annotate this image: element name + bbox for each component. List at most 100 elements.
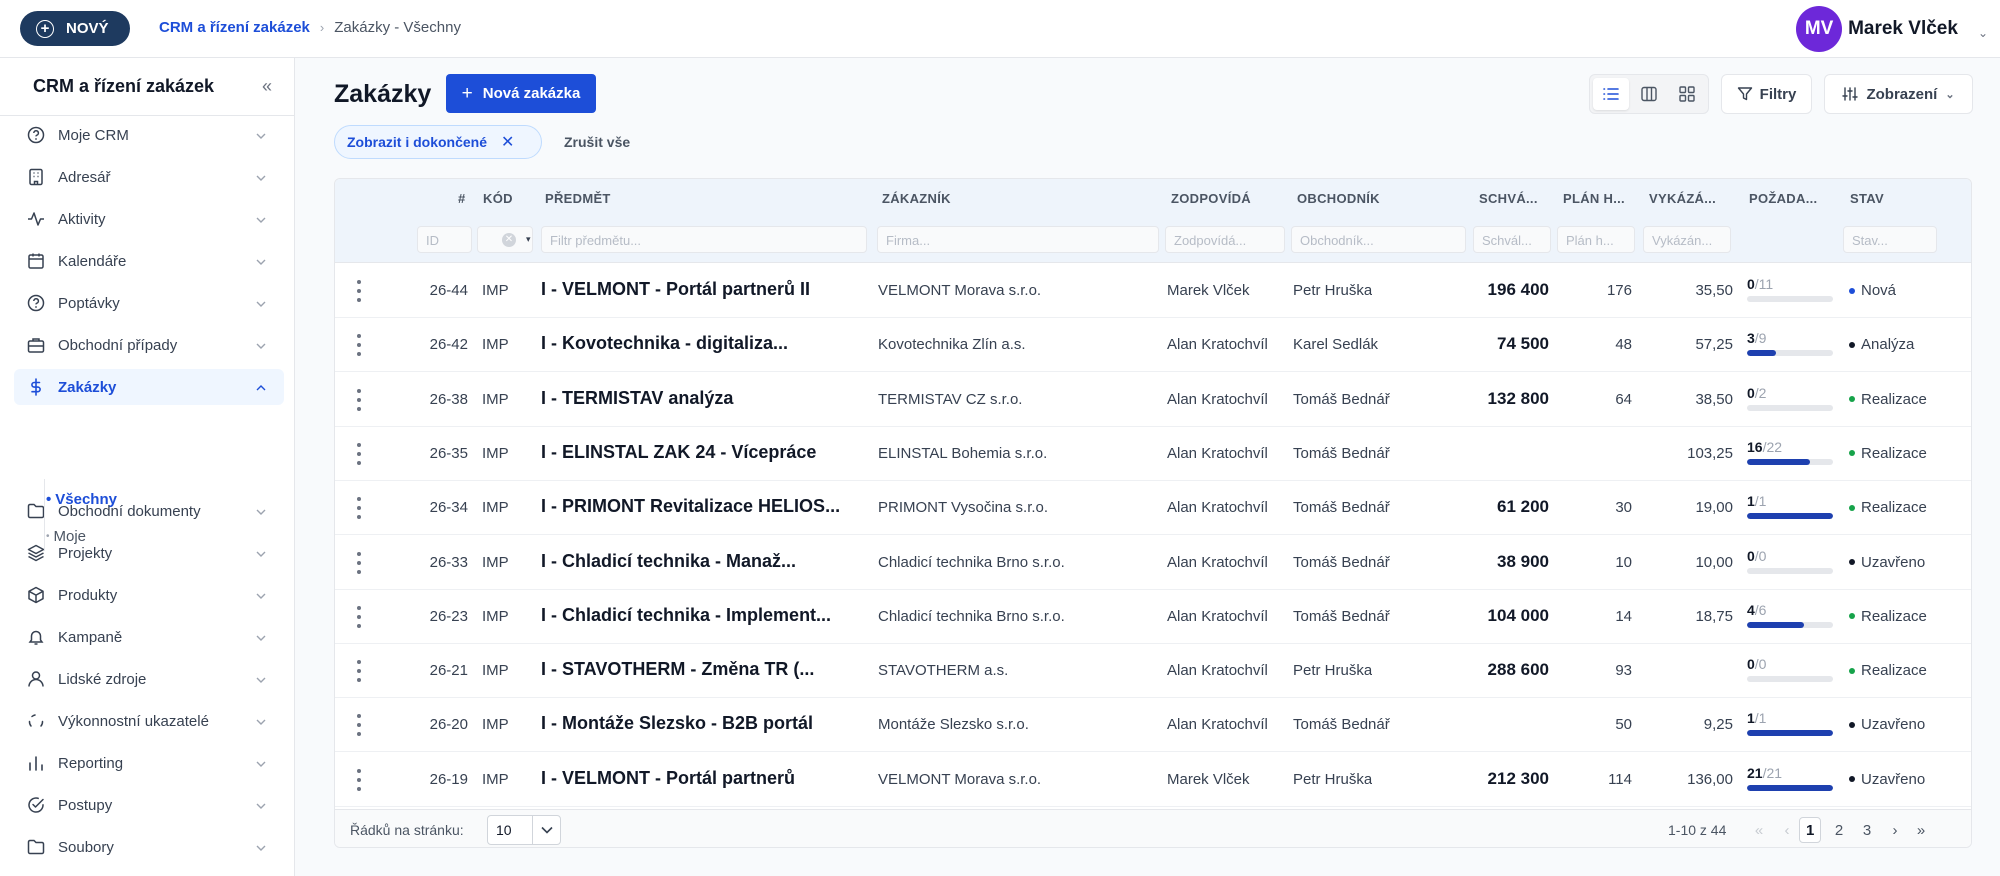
chevron-down-icon[interactable] bbox=[256, 842, 266, 852]
chevron-down-icon[interactable] bbox=[256, 506, 266, 516]
responsible-filter-input[interactable]: Zodpovídá... bbox=[1165, 226, 1285, 253]
page-1-button[interactable]: 1 bbox=[1799, 817, 1822, 843]
header-reported[interactable]: VYKÁZÁ... bbox=[1649, 191, 1716, 206]
chevron-down-icon[interactable] bbox=[256, 130, 266, 140]
user-menu[interactable]: MV Marek Vlček ⌄ bbox=[1796, 6, 1988, 52]
cell-subject[interactable]: I - VELMONT - Portál partnerů bbox=[541, 768, 871, 789]
more-vertical-icon[interactable] bbox=[357, 605, 361, 628]
last-page-icon[interactable]: » bbox=[1910, 817, 1932, 843]
chevron-down-icon[interactable]: ⌄ bbox=[1978, 26, 1988, 40]
add-order-button[interactable]: + Nová zakázka bbox=[446, 74, 596, 113]
chevron-down-icon[interactable] bbox=[256, 758, 266, 768]
more-vertical-icon[interactable] bbox=[357, 497, 361, 520]
header-requests[interactable]: POŽADA... bbox=[1749, 191, 1817, 206]
chevron-down-icon[interactable] bbox=[256, 548, 266, 558]
subject-filter-input[interactable]: Filtr předmětu... bbox=[541, 226, 867, 253]
id-filter-input[interactable]: ID bbox=[417, 226, 472, 253]
list-view-icon[interactable] bbox=[1593, 78, 1629, 110]
cell-subject[interactable]: I - STAVOTHERM - Změna TR (... bbox=[541, 659, 871, 680]
more-vertical-icon[interactable] bbox=[357, 768, 361, 791]
chevron-down-icon[interactable] bbox=[256, 716, 266, 726]
code-filter[interactable]: ✕ ▾ bbox=[477, 226, 533, 253]
cell-subject[interactable]: I - ELINSTAL ZAK 24 - Vícepráce bbox=[541, 442, 871, 463]
table-row[interactable]: 26-35 IMP I - ELINSTAL ZAK 24 - Vícepráce E… bbox=[335, 427, 1971, 481]
status-filter-input[interactable]: Stav... bbox=[1843, 226, 1937, 253]
more-vertical-icon[interactable] bbox=[357, 660, 361, 683]
approved-filter-input[interactable]: Schvál... bbox=[1473, 226, 1551, 253]
breadcrumb-crm[interactable]: CRM a řízení zakázek bbox=[159, 19, 310, 36]
header-code[interactable]: KÓD bbox=[483, 191, 513, 206]
cell-subject[interactable]: I - VELMONT - Portál partnerů II bbox=[541, 279, 871, 300]
chevron-up-icon[interactable] bbox=[256, 382, 266, 392]
sidebar-item-10[interactable]: Kampaně bbox=[14, 619, 284, 655]
chevron-down-icon[interactable] bbox=[256, 800, 266, 810]
table-row[interactable]: 26-20 IMP I - Montáže Slezsko - B2B portál… bbox=[335, 698, 1971, 753]
table-row[interactable]: 26-34 IMP I - PRIMONT Revitalizace HELIOS.… bbox=[335, 481, 1971, 536]
more-vertical-icon[interactable] bbox=[357, 442, 361, 465]
new-button[interactable]: + NOVÝ bbox=[20, 11, 130, 46]
clear-all-button[interactable]: Zrušit vše bbox=[564, 134, 630, 150]
header-status[interactable]: STAV bbox=[1850, 191, 1884, 206]
table-row[interactable]: 26-19 IMP I - VELMONT - Portál partnerů VEL… bbox=[335, 753, 1971, 807]
cell-subject[interactable]: I - TERMISTAV analýza bbox=[541, 388, 871, 409]
sidebar-item-5[interactable]: Obchodní případy bbox=[14, 327, 284, 363]
columns-view-icon[interactable] bbox=[1631, 78, 1667, 110]
user-name[interactable]: Marek Vlček bbox=[1848, 18, 1958, 40]
table-row[interactable]: 26-38 IMP I - TERMISTAV analýza TERMISTAV C… bbox=[335, 373, 1971, 427]
chevron-down-icon[interactable] bbox=[256, 172, 266, 182]
collapse-sidebar-icon[interactable]: « bbox=[262, 76, 272, 97]
planned-filter-input[interactable]: Plán h... bbox=[1557, 226, 1635, 253]
table-row[interactable]: 26-33 IMP I - Chladicí technika - Manaž...… bbox=[335, 536, 1971, 590]
header-planned[interactable]: PLÁN H... bbox=[1563, 191, 1625, 206]
close-icon[interactable]: ✕ bbox=[501, 132, 514, 152]
more-vertical-icon[interactable] bbox=[357, 388, 361, 411]
display-button[interactable]: Zobrazení ⌄ bbox=[1824, 74, 1973, 114]
sidebar-subitem-moje[interactable]: • Moje bbox=[46, 528, 86, 545]
more-vertical-icon[interactable] bbox=[357, 334, 361, 357]
page-2-button[interactable]: 2 bbox=[1828, 817, 1850, 843]
sidebar-subitem-vsechny[interactable]: • Všechny bbox=[46, 491, 117, 508]
sidebar-item-4[interactable]: Poptávky bbox=[14, 285, 284, 321]
sidebar-item-1[interactable]: Adresář bbox=[14, 159, 284, 195]
sidebar-item-15[interactable]: Soubory bbox=[14, 829, 284, 865]
chevron-down-icon[interactable] bbox=[256, 674, 266, 684]
cell-subject[interactable]: I - Chladicí technika - Manaž... bbox=[541, 551, 871, 572]
filter-chip[interactable]: Zobrazit i dokončené ✕ bbox=[334, 125, 542, 159]
grid-view-icon[interactable] bbox=[1669, 78, 1705, 110]
salesperson-filter-input[interactable]: Obchodník... bbox=[1291, 226, 1466, 253]
sidebar-item-13[interactable]: Reporting bbox=[14, 745, 284, 781]
sidebar-item-2[interactable]: Aktivity bbox=[14, 201, 284, 237]
sidebar-item-9[interactable]: Produkty bbox=[14, 577, 284, 613]
chevron-down-icon[interactable] bbox=[532, 816, 560, 844]
table-row[interactable]: 26-44 IMP I - VELMONT - Portál partnerů II… bbox=[335, 264, 1971, 318]
table-row[interactable]: 26-23 IMP I - Chladicí technika - Implemen… bbox=[335, 590, 1971, 644]
prev-page-icon[interactable]: ‹ bbox=[1776, 817, 1798, 843]
chevron-down-icon[interactable] bbox=[256, 590, 266, 600]
cell-subject[interactable]: I - Chladicí technika - Implement... bbox=[541, 605, 871, 626]
filters-button[interactable]: Filtry bbox=[1721, 74, 1812, 114]
next-page-icon[interactable]: › bbox=[1884, 817, 1906, 843]
more-vertical-icon[interactable] bbox=[357, 280, 361, 302]
sidebar-item-3[interactable]: Kalendáře bbox=[14, 243, 284, 279]
chevron-down-icon[interactable] bbox=[256, 632, 266, 642]
header-id[interactable]: # bbox=[458, 191, 466, 206]
rows-per-page-select[interactable]: 10 bbox=[487, 815, 561, 845]
clear-circle-icon[interactable]: ✕ bbox=[502, 232, 516, 247]
header-customer[interactable]: ZÁKAZNÍK bbox=[882, 191, 951, 206]
sidebar-item-6[interactable]: Zakázky bbox=[14, 369, 284, 405]
sidebar-item-14[interactable]: Postupy bbox=[14, 787, 284, 823]
header-subject[interactable]: PŘEDMĚT bbox=[545, 191, 611, 206]
sidebar-item-0[interactable]: Moje CRM bbox=[14, 117, 284, 153]
table-row[interactable]: 26-42 IMP I - Kovotechnika - digitaliza...… bbox=[335, 318, 1971, 373]
customer-filter-input[interactable]: Firma... bbox=[877, 226, 1159, 253]
dropdown-icon[interactable]: ▾ bbox=[526, 234, 531, 245]
header-approved[interactable]: SCHVÁ... bbox=[1479, 191, 1538, 206]
table-row[interactable]: 26-21 IMP I - STAVOTHERM - Změna TR (... ST… bbox=[335, 644, 1971, 699]
more-vertical-icon[interactable] bbox=[357, 714, 361, 737]
chevron-down-icon[interactable] bbox=[256, 214, 266, 224]
reported-filter-input[interactable]: Vykázán... bbox=[1643, 226, 1731, 253]
first-page-icon[interactable]: « bbox=[1748, 817, 1770, 843]
cell-subject[interactable]: I - PRIMONT Revitalizace HELIOS... bbox=[541, 496, 871, 517]
cell-subject[interactable]: I - Kovotechnika - digitaliza... bbox=[541, 333, 871, 354]
sidebar-item-12[interactable]: Výkonnostní ukazatelé bbox=[14, 703, 284, 739]
